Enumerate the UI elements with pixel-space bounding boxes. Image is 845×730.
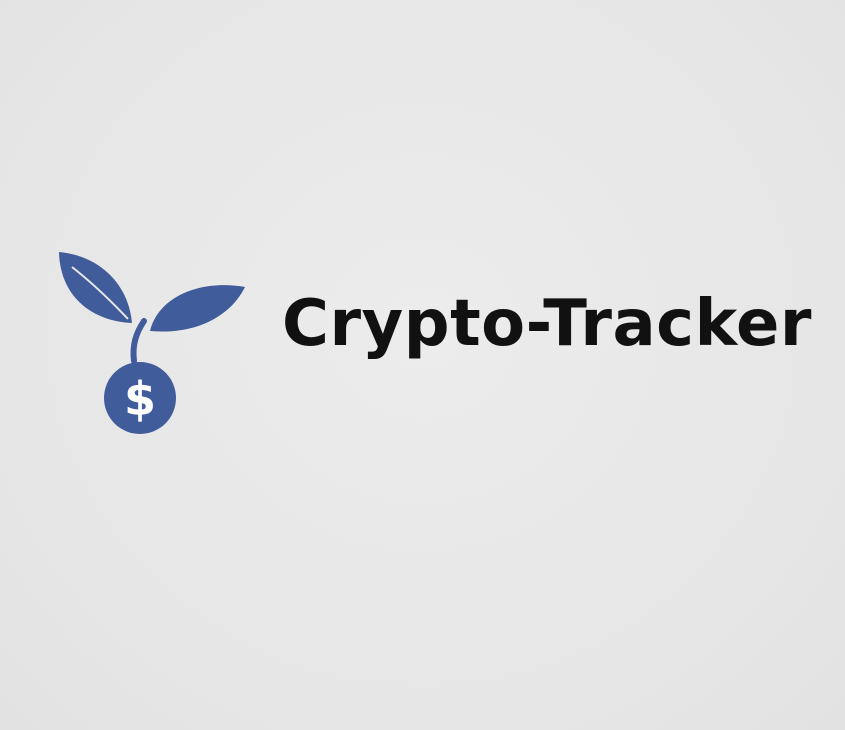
page: $ Crypto-Tracker (0, 0, 845, 730)
coin-dollar-symbol: $ (124, 372, 156, 426)
right-leaf-icon (150, 285, 245, 332)
brand-wordmark: Crypto-Tracker (282, 287, 812, 361)
sprout-dollar-coin-icon: $ (59, 252, 245, 434)
stem-icon (130, 318, 147, 364)
